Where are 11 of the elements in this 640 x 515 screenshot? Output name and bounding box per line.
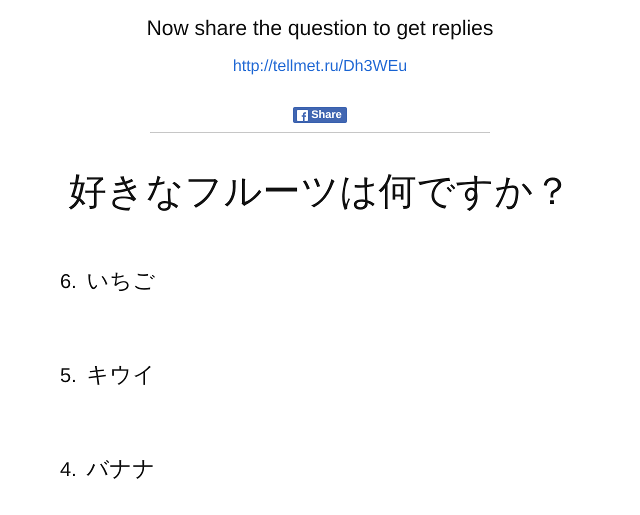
- answer-text: バナナ: [86, 457, 156, 483]
- answer-number: 5.: [60, 364, 77, 389]
- answer-text: キウイ: [86, 363, 156, 389]
- facebook-share-button[interactable]: Share: [293, 107, 347, 123]
- answer-number: 6.: [60, 270, 77, 295]
- answer-text: いちご: [86, 269, 156, 295]
- answer-number: 4.: [60, 458, 77, 483]
- share-heading: Now share the question to get replies: [146, 17, 494, 41]
- facebook-icon: [297, 110, 308, 120]
- share-link[interactable]: http://tellmet.ru/Dh3WEu: [232, 58, 408, 76]
- question-title: 好きなフルーツは何ですか？: [68, 168, 572, 215]
